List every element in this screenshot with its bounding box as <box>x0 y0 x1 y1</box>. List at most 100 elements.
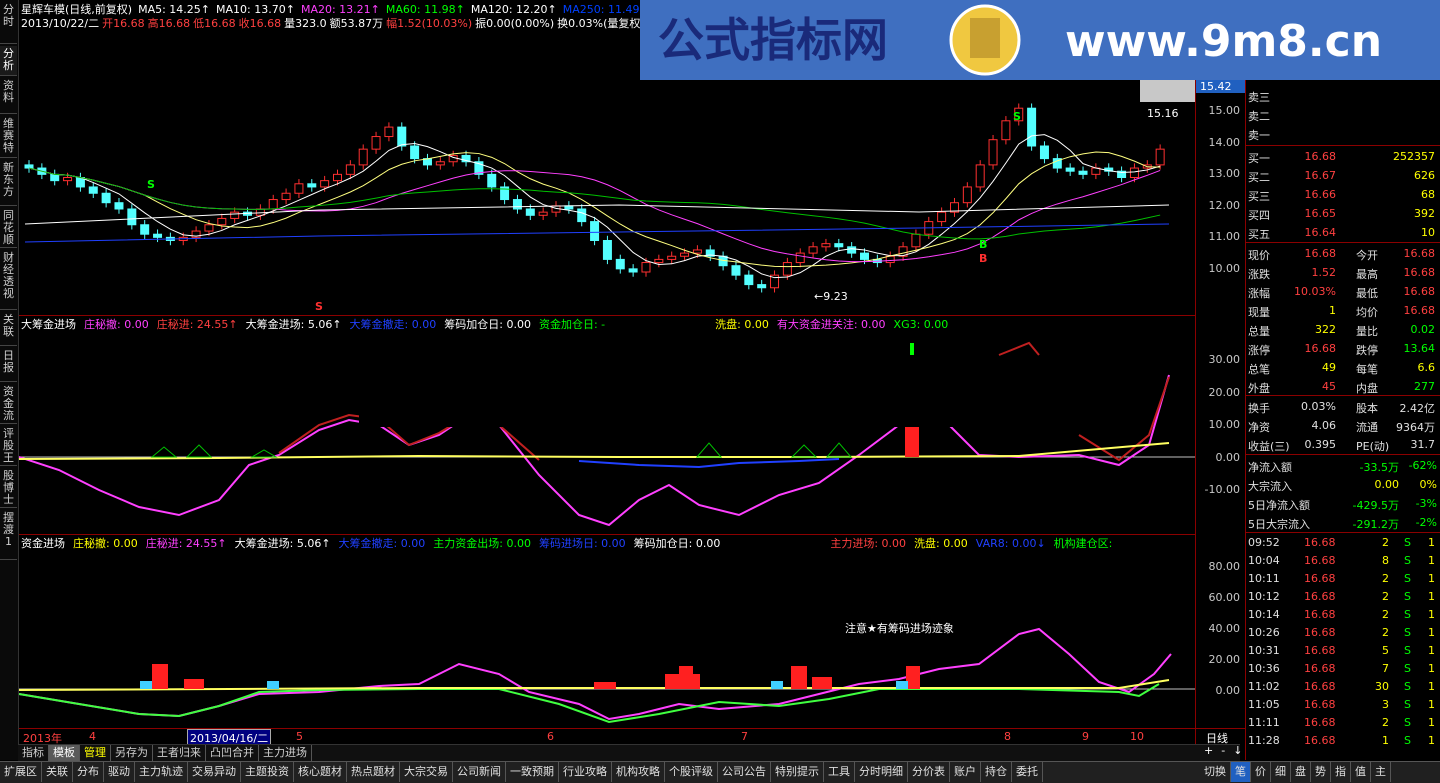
period-box[interactable]: 日线 <box>1195 728 1246 745</box>
menu-item-8[interactable]: 热点题材 <box>347 762 400 782</box>
y-tick: 14.00 <box>1208 135 1241 149</box>
left-tab-10[interactable]: 评股王 <box>0 426 17 466</box>
left-tab-12[interactable]: 摆渡1 <box>0 510 17 560</box>
green-hump <box>185 444 213 458</box>
menu-item-11[interactable]: 一致预期 <box>506 762 559 782</box>
menu-item-4[interactable]: 主力轨迹 <box>135 762 188 782</box>
tick-row: 10:04 16.68 8 S 1 <box>1246 551 1440 570</box>
sep <box>1246 242 1440 243</box>
menu-item-1[interactable]: 关联 <box>42 762 73 782</box>
indicator-tab-5[interactable]: 凸凹合并 <box>206 745 259 761</box>
menu-item-2[interactable]: 分布 <box>73 762 104 782</box>
menu-item-20[interactable]: 账户 <box>950 762 981 782</box>
stat-row: 总笔 49 每笔 6.6 <box>1246 358 1440 377</box>
tick-time: 11:28 <box>1248 734 1280 747</box>
menu-right-item-8[interactable]: 主 <box>1371 762 1391 782</box>
tick-volume: 2 <box>1382 626 1389 639</box>
y-tick: 10.00 <box>1208 261 1241 275</box>
menu-item-10[interactable]: 公司新闻 <box>453 762 506 782</box>
indicator-tab-2[interactable]: 管理 <box>80 745 111 761</box>
indicator-tab-3[interactable]: 另存为 <box>111 745 153 761</box>
menu-item-17[interactable]: 工具 <box>824 762 855 782</box>
tick-side: S <box>1404 698 1411 711</box>
cyan-bar <box>267 681 279 689</box>
indicator-tab-6[interactable]: 主力进场 <box>259 745 312 761</box>
menu-right-item-6[interactable]: 指 <box>1331 762 1351 782</box>
low-label: ←9.23 <box>814 290 848 303</box>
buy-price: 16.64 <box>1304 226 1337 239</box>
stat2-value: 0.03% <box>1301 400 1336 413</box>
indicator-1-chart[interactable] <box>19 315 1195 534</box>
menu-right-item-1[interactable]: 笔 <box>1231 762 1251 782</box>
left-tab-7[interactable]: 关联 <box>0 312 17 346</box>
left-tab-3[interactable]: 维赛特 <box>0 116 17 158</box>
buy-volume: 626 <box>1414 169 1435 182</box>
signal-marker: S <box>147 178 155 191</box>
menu-right-item-2[interactable]: 价 <box>1251 762 1271 782</box>
candle <box>975 164 985 188</box>
tick-price: 16.68 <box>1304 680 1336 693</box>
tick-side: S <box>1404 536 1411 549</box>
stat-row: 涨跌 1.52 最高 16.68 <box>1246 263 1440 282</box>
tick-side: S <box>1404 644 1411 657</box>
menu-item-3[interactable]: 驱动 <box>104 762 135 782</box>
left-tab-0[interactable]: 分时 <box>0 2 17 44</box>
stat-value: 16.68 <box>1403 247 1436 260</box>
left-tab-1[interactable]: 分析 <box>0 46 17 76</box>
candle <box>410 145 420 160</box>
nav-control-2[interactable]: ↓ <box>1233 744 1242 757</box>
tick-side: S <box>1404 662 1411 675</box>
menu-right-item-5[interactable]: 势 <box>1311 762 1331 782</box>
buy-label: 买二 <box>1248 171 1270 184</box>
menu-item-22[interactable]: 委托 <box>1012 762 1043 782</box>
indicator-2-chart[interactable] <box>19 534 1195 728</box>
indicator-tab-4[interactable]: 王者归来 <box>153 745 206 761</box>
flow-value: -291.2万 <box>1352 518 1399 531</box>
left-tab-5[interactable]: 同花顺 <box>0 208 17 248</box>
tick-volume: 2 <box>1382 536 1389 549</box>
green-hump <box>790 444 818 458</box>
menu-item-6[interactable]: 主题投资 <box>241 762 294 782</box>
nav-control-1[interactable]: - <box>1221 744 1225 757</box>
left-tab-11[interactable]: 股博士 <box>0 468 17 508</box>
left-tab-8[interactable]: 日报 <box>0 348 17 382</box>
menu-item-9[interactable]: 大宗交易 <box>400 762 453 782</box>
menu-item-15[interactable]: 公司公告 <box>718 762 771 782</box>
red-bar <box>152 664 168 689</box>
tick-time: 10:36 <box>1248 662 1280 675</box>
menu-right-item-4[interactable]: 盘 <box>1291 762 1311 782</box>
ma-line <box>28 151 1161 268</box>
flow-label: 净流入额 <box>1248 461 1292 474</box>
tick-time: 10:11 <box>1248 572 1280 585</box>
menu-right-item-0[interactable]: 切换 <box>1200 762 1231 782</box>
menu-item-12[interactable]: 行业攻略 <box>559 762 612 782</box>
stat-value: 10.03% <box>1294 285 1336 298</box>
menu-right-item-7[interactable]: 值 <box>1351 762 1371 782</box>
tick-count: 1 <box>1428 662 1435 675</box>
menu-item-13[interactable]: 机构攻略 <box>612 762 665 782</box>
buy-row: 买二 16.67 626 <box>1246 166 1440 185</box>
menu-item-5[interactable]: 交易异动 <box>188 762 241 782</box>
candle <box>204 224 214 232</box>
menu-item-16[interactable]: 特别提示 <box>771 762 824 782</box>
left-tab-6[interactable]: 财经透视 <box>0 250 17 310</box>
menu-item-0[interactable]: 扩展区 <box>0 762 42 782</box>
indicator-tab-0[interactable]: 指标 <box>18 745 49 761</box>
left-tab-2[interactable]: 资料 <box>0 78 17 114</box>
menu-item-18[interactable]: 分时明细 <box>855 762 908 782</box>
left-tab-9[interactable]: 资金流 <box>0 384 17 424</box>
menu-item-21[interactable]: 持仓 <box>981 762 1012 782</box>
y-tick: 60.00 <box>1208 591 1241 604</box>
menu-item-7[interactable]: 核心题材 <box>294 762 347 782</box>
candle <box>1027 107 1037 147</box>
menu-item-19[interactable]: 分价表 <box>908 762 950 782</box>
left-tab-4[interactable]: 新东方 <box>0 160 17 206</box>
buy-label: 买一 <box>1248 152 1270 165</box>
candle <box>230 211 240 219</box>
buy-price: 16.65 <box>1304 207 1337 220</box>
nav-control-0[interactable]: + <box>1204 744 1213 757</box>
buy-volume: 392 <box>1414 207 1435 220</box>
menu-item-14[interactable]: 个股评级 <box>665 762 718 782</box>
indicator-tab-1[interactable]: 模板 <box>49 745 80 761</box>
menu-right-item-3[interactable]: 细 <box>1271 762 1291 782</box>
